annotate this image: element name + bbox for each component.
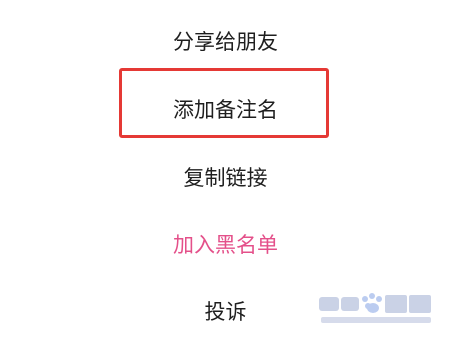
highlight-annotation-box [119,68,329,138]
menu-item-add-to-blacklist[interactable]: 加入黑名单 [0,231,451,259]
menu-item-copy-link[interactable]: 复制链接 [0,164,451,192]
action-menu: 分享给朋友 添加备注名 复制链接 加入黑名单 投诉 [0,0,451,337]
menu-item-share-to-friend[interactable]: 分享给朋友 [0,28,451,56]
baidu-jingyan-watermark-logo [315,289,435,329]
